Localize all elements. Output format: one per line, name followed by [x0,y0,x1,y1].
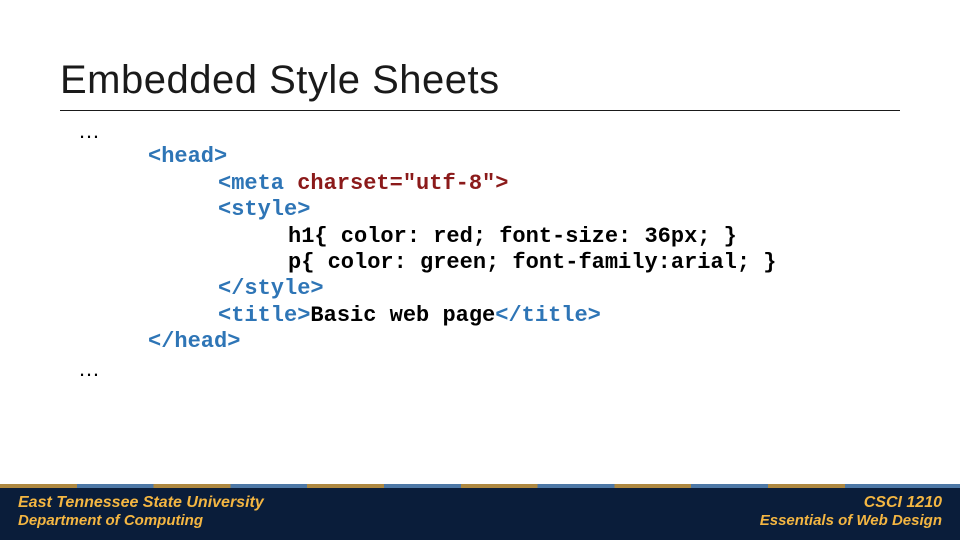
department-name: Department of Computing [18,512,264,529]
rule-p: p{ color: green; font-family:arial; } [288,250,776,275]
ellipsis-bottom: … [78,356,776,382]
footer-left: East Tennessee State University Departme… [18,494,264,529]
slide: Embedded Style Sheets … <head> <meta cha… [0,0,960,540]
code-block: … <head> <meta charset="utf-8"> <style> … [78,118,776,382]
head-open: <head> [148,144,227,169]
ellipsis-top: … [78,118,776,144]
footer-stripe [0,484,960,488]
style-open: <style> [218,197,310,222]
course-name: Essentials of Web Design [760,512,942,529]
title-underline [60,110,900,111]
course-code: CSCI 1210 [760,494,942,512]
footer: East Tennessee State University Departme… [0,484,960,540]
university-name: East Tennessee State University [18,494,264,512]
rule-h1: h1{ color: red; font-size: 36px; } [288,224,737,249]
title-open: <title> [218,303,310,328]
title-close: </title> [495,303,601,328]
footer-right: CSCI 1210 Essentials of Web Design [760,494,942,529]
style-close: </style> [218,276,324,301]
slide-title: Embedded Style Sheets [60,58,500,103]
meta-attr: charset="utf-8"> [297,171,508,196]
title-text: Basic web page [310,303,495,328]
head-close: </head> [148,329,240,354]
meta-open: <meta [218,171,297,196]
